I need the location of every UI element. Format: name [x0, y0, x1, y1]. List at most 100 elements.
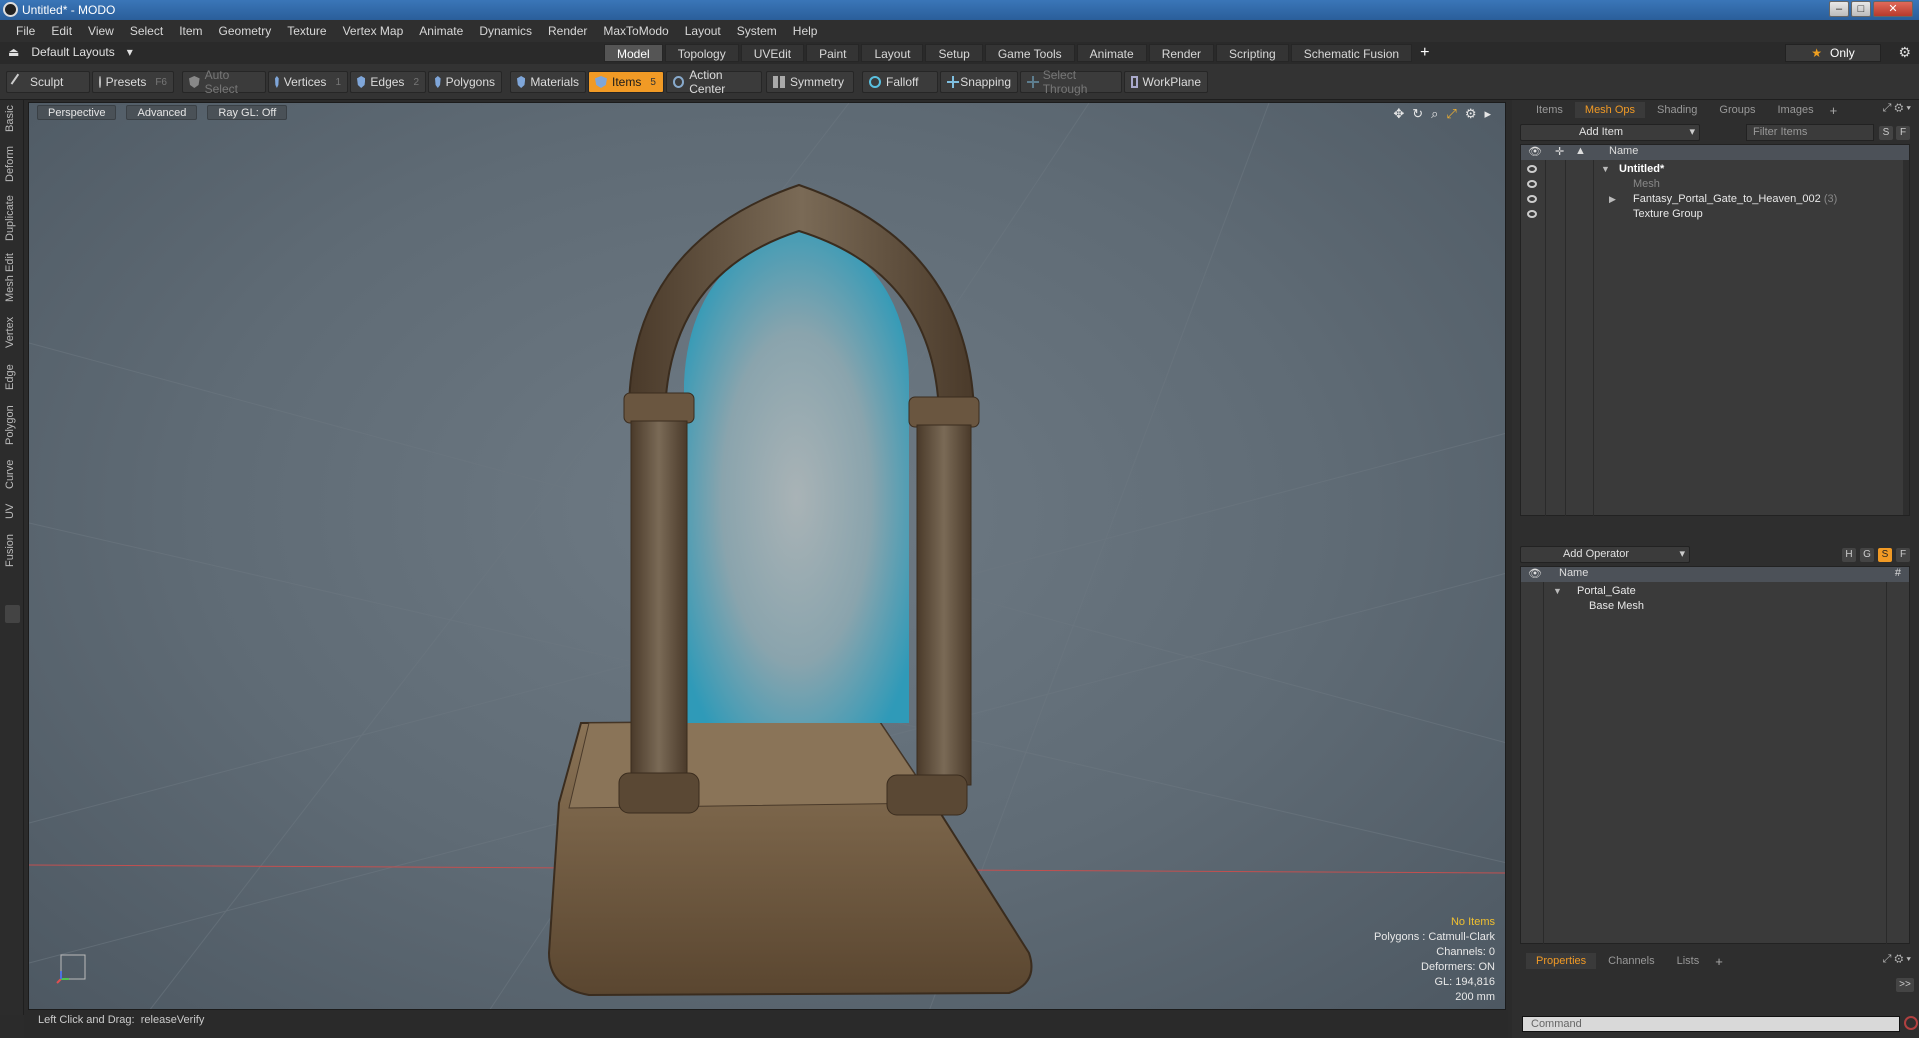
- add-tab-button[interactable]: +: [1414, 44, 1435, 62]
- auto-select-button[interactable]: Auto Select: [182, 68, 266, 96]
- meshop-s-button[interactable]: S: [1878, 548, 1892, 562]
- menu-file[interactable]: File: [8, 20, 43, 42]
- menu-animate[interactable]: Animate: [411, 20, 471, 42]
- menu-dynamics[interactable]: Dynamics: [471, 20, 540, 42]
- action-center-button[interactable]: Action Center: [666, 68, 762, 96]
- vertices-button[interactable]: Vertices 1: [268, 71, 348, 93]
- vtab-polygon[interactable]: Polygon: [4, 402, 20, 448]
- tab-render[interactable]: Render: [1148, 44, 1215, 62]
- snapping-button[interactable]: Snapping: [940, 71, 1018, 93]
- layout-selector[interactable]: ⏏ Default Layouts ▾: [8, 45, 133, 59]
- list-item[interactable]: Texture Group: [1521, 207, 1909, 222]
- items-button[interactable]: Items 5: [588, 71, 664, 93]
- tab-animate[interactable]: Animate: [1076, 44, 1147, 62]
- polygons-button[interactable]: Polygons: [428, 71, 502, 93]
- 3d-viewport[interactable]: Perspective Advanced Ray GL: Off ✥ ↻ ⌕ ⤢…: [28, 102, 1506, 1010]
- add-operator-dropdown[interactable]: Add Operator ▾: [1520, 546, 1690, 563]
- add-item-dropdown[interactable]: Add Item ▾: [1520, 124, 1700, 141]
- vtab-mesh-edit[interactable]: Mesh Edit: [4, 252, 20, 304]
- visibility-eye-icon[interactable]: [1527, 210, 1537, 218]
- filter-s-button[interactable]: S: [1879, 126, 1893, 140]
- only-button[interactable]: ★ Only: [1785, 44, 1881, 62]
- zoom-view-icon[interactable]: ⌕: [1431, 106, 1438, 122]
- advanced-button[interactable]: Advanced: [126, 105, 198, 120]
- meshop-f-button[interactable]: F: [1896, 548, 1910, 562]
- expand-properties-button[interactable]: >>: [1896, 978, 1914, 992]
- tab-mesh-ops[interactable]: Mesh Ops: [1574, 102, 1646, 118]
- gear-icon[interactable]: ⚙: [1898, 44, 1911, 61]
- command-input[interactable]: Command: [1522, 1016, 1900, 1032]
- tab-properties[interactable]: Properties: [1526, 953, 1597, 969]
- sculpt-button[interactable]: Sculpt: [6, 71, 90, 93]
- filter-items-input[interactable]: Filter Items: [1746, 124, 1874, 141]
- materials-button[interactable]: Materials: [510, 71, 586, 93]
- maximize-button[interactable]: □: [1851, 1, 1871, 17]
- list-item[interactable]: Mesh: [1521, 177, 1909, 192]
- perspective-button[interactable]: Perspective: [37, 105, 117, 120]
- filter-f-button[interactable]: F: [1896, 126, 1910, 140]
- panel-options-icon[interactable]: ⤢ ⚙ ▾: [1883, 102, 1911, 115]
- list-item[interactable]: ▶ Fantasy_Portal_Gate_to_Heaven_002 (3): [1521, 192, 1909, 207]
- menu-system[interactable]: System: [729, 20, 785, 42]
- presets-button[interactable]: Presets F6: [92, 71, 174, 93]
- vtab-fusion[interactable]: Fusion: [4, 530, 20, 570]
- tab-model[interactable]: Model: [604, 44, 663, 62]
- collapse-triangle-icon[interactable]: ▼: [1601, 162, 1610, 177]
- menu-help[interactable]: Help: [785, 20, 826, 42]
- vtab-vertex[interactable]: Vertex: [4, 312, 20, 352]
- viewport-expand-icon[interactable]: ▸: [1484, 106, 1491, 122]
- left-panel-toggle-button[interactable]: [5, 605, 20, 623]
- falloff-button[interactable]: Falloff: [862, 71, 938, 93]
- close-button[interactable]: ✕: [1873, 1, 1913, 17]
- vtab-curve[interactable]: Curve: [4, 456, 20, 492]
- panel-options-icon[interactable]: ⤢ ⚙ ▾: [1883, 953, 1911, 966]
- select-through-button[interactable]: Select Through: [1020, 68, 1122, 96]
- menu-view[interactable]: View: [80, 20, 122, 42]
- menu-select[interactable]: Select: [122, 20, 171, 42]
- list-item[interactable]: Base Mesh: [1521, 599, 1909, 614]
- items-list-scrollbar[interactable]: [1903, 160, 1909, 515]
- rotate-view-icon[interactable]: ↻: [1412, 106, 1423, 122]
- vtab-edge[interactable]: Edge: [4, 360, 20, 394]
- tab-topology[interactable]: Topology: [664, 44, 739, 62]
- tab-shading[interactable]: Shading: [1647, 102, 1707, 118]
- tab-schematic-fusion[interactable]: Schematic Fusion: [1290, 44, 1413, 62]
- visibility-eye-icon[interactable]: [1527, 180, 1537, 188]
- vtab-basic[interactable]: Basic: [4, 102, 20, 136]
- tab-images[interactable]: Images: [1768, 102, 1824, 118]
- list-item[interactable]: ▼ Portal_Gate: [1521, 584, 1909, 599]
- tab-layout[interactable]: Layout: [861, 44, 924, 62]
- move-view-icon[interactable]: ✥: [1393, 106, 1404, 122]
- minimize-button[interactable]: –: [1829, 1, 1849, 17]
- viewport-settings-icon[interactable]: ⚙: [1465, 106, 1477, 122]
- menu-layout[interactable]: Layout: [677, 20, 729, 42]
- tab-items[interactable]: Items: [1526, 102, 1573, 118]
- tab-game-tools[interactable]: Game Tools: [984, 44, 1075, 62]
- edges-button[interactable]: Edges 2: [350, 71, 426, 93]
- add-panel-tab-button[interactable]: +: [1711, 954, 1727, 969]
- menu-item[interactable]: Item: [171, 20, 210, 42]
- command-record-icon[interactable]: [1904, 1016, 1918, 1030]
- visibility-eye-icon[interactable]: [1527, 195, 1537, 203]
- list-item[interactable]: ▼ Untitled*: [1521, 162, 1909, 177]
- menu-geometry[interactable]: Geometry: [211, 20, 280, 42]
- menu-vertex-map[interactable]: Vertex Map: [335, 20, 412, 42]
- menu-maxtomodo[interactable]: MaxToModo: [595, 20, 676, 42]
- meshop-h-button[interactable]: H: [1842, 548, 1856, 562]
- maximize-view-icon[interactable]: ⤢: [1446, 106, 1456, 122]
- menu-edit[interactable]: Edit: [43, 20, 80, 42]
- menu-render[interactable]: Render: [540, 20, 595, 42]
- tab-lists[interactable]: Lists: [1667, 953, 1710, 969]
- tab-groups[interactable]: Groups: [1709, 102, 1765, 118]
- vtab-duplicate[interactable]: Duplicate: [4, 192, 20, 244]
- collapse-triangle-icon[interactable]: ▼: [1553, 584, 1562, 599]
- tab-setup[interactable]: Setup: [925, 44, 983, 62]
- symmetry-button[interactable]: Symmetry: [766, 71, 854, 93]
- tab-paint[interactable]: Paint: [806, 44, 860, 62]
- vtab-deform[interactable]: Deform: [4, 144, 20, 184]
- vtab-uv[interactable]: UV: [4, 500, 20, 522]
- visibility-eye-icon[interactable]: [1527, 165, 1537, 173]
- expand-triangle-icon[interactable]: ▶: [1609, 192, 1616, 207]
- menu-texture[interactable]: Texture: [279, 20, 334, 42]
- raygl-button[interactable]: Ray GL: Off: [207, 105, 288, 120]
